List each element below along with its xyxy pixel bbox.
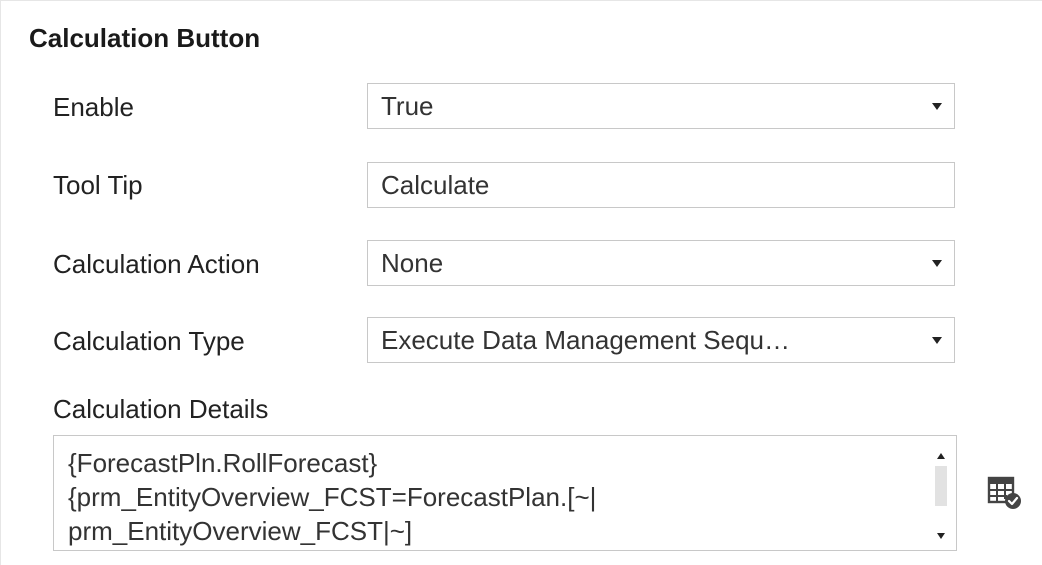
calculation-action-value: None xyxy=(381,247,444,278)
enable-label: Enable xyxy=(53,92,134,122)
calculation-action-label: Calculation Action xyxy=(53,249,260,279)
tool-tip-label: Tool Tip xyxy=(53,170,143,200)
vertical-scrollbar[interactable] xyxy=(926,436,956,550)
calculation-action-select[interactable]: None xyxy=(367,240,955,286)
details-line: {ForecastPln.RollForecast} xyxy=(68,448,378,478)
tool-tip-value: Calculate xyxy=(381,169,490,200)
calculation-type-select[interactable]: Execute Data Management Sequ… xyxy=(367,317,955,363)
caret-down-icon xyxy=(920,259,954,267)
section-title: Calculation Button xyxy=(29,23,261,53)
calculation-type-label: Calculation Type xyxy=(53,326,245,356)
caret-down-icon xyxy=(920,102,954,110)
caret-down-icon xyxy=(920,336,954,344)
properties-panel: Calculation Button Enable True Tool Tip … xyxy=(0,0,1042,565)
scrollbar-thumb[interactable] xyxy=(935,466,947,506)
calculation-details-content: {ForecastPln.RollForecast} {prm_EntityOv… xyxy=(68,446,920,548)
calculation-details-label: Calculation Details xyxy=(53,394,269,424)
enable-value: True xyxy=(381,90,434,121)
table-check-icon[interactable] xyxy=(987,475,1023,511)
details-line: prm_EntityOverview_FCST|~] xyxy=(68,516,413,546)
calculation-details-textarea[interactable]: {ForecastPln.RollForecast} {prm_EntityOv… xyxy=(53,435,957,551)
calculation-type-value: Execute Data Management Sequ… xyxy=(381,324,791,355)
scroll-up-icon[interactable] xyxy=(937,446,945,464)
details-line: {prm_EntityOverview_FCST=ForecastPlan.[~… xyxy=(68,482,597,512)
scroll-down-icon[interactable] xyxy=(937,526,945,544)
enable-select[interactable]: True xyxy=(367,83,955,129)
tool-tip-input[interactable]: Calculate xyxy=(367,162,955,208)
